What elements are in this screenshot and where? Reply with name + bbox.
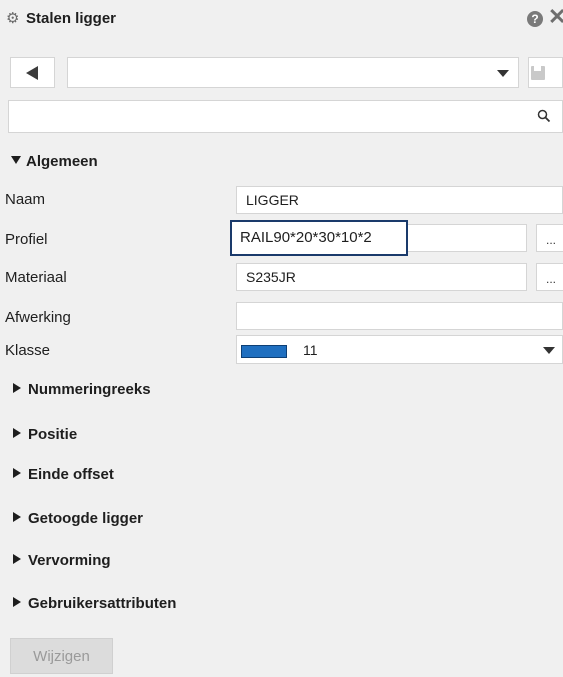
- group-gebruikersattributen[interactable]: Gebruikersattributen: [13, 594, 176, 614]
- section-algemeen-header[interactable]: Algemeen: [11, 152, 98, 172]
- naam-field[interactable]: LIGGER: [236, 186, 563, 214]
- profiel-label: Profiel: [5, 231, 48, 248]
- collapsed-triangle-icon: [13, 597, 21, 607]
- expanded-triangle-icon: [11, 156, 21, 164]
- profiel-field[interactable]: RAIL90*20*30*10*2: [230, 220, 408, 256]
- group-getoogde-ligger[interactable]: Getoogde ligger: [13, 509, 143, 529]
- group-label: Einde offset: [28, 466, 114, 483]
- collapsed-triangle-icon: [13, 383, 21, 393]
- group-einde-offset[interactable]: Einde offset: [13, 465, 114, 485]
- triangle-left-icon: [26, 66, 38, 80]
- profiel-browse-button[interactable]: ...: [536, 224, 563, 252]
- help-icon[interactable]: ?: [527, 11, 543, 27]
- apply-button[interactable]: Wijzigen: [10, 638, 113, 674]
- collapsed-triangle-icon: [13, 428, 21, 438]
- collapsed-triangle-icon: [13, 468, 21, 478]
- magnifier-icon[interactable]: [537, 109, 551, 123]
- back-button[interactable]: [10, 57, 55, 88]
- save-preset-button[interactable]: [528, 57, 563, 88]
- group-label: Getoogde ligger: [28, 510, 144, 527]
- klasse-label: Klasse: [5, 342, 51, 359]
- floppy-disk-icon: [531, 66, 545, 80]
- materiaal-browse-button[interactable]: ...: [536, 263, 563, 291]
- group-label: Gebruikersattributen: [28, 595, 177, 612]
- collapsed-triangle-icon: [13, 512, 21, 522]
- collapsed-triangle-icon: [13, 554, 21, 564]
- group-nummeringreeks[interactable]: Nummeringreeks: [13, 380, 151, 400]
- naam-label: Naam: [5, 191, 46, 208]
- klasse-select[interactable]: 11: [236, 335, 563, 364]
- group-label: Positie: [28, 426, 78, 443]
- group-positie[interactable]: Positie: [13, 425, 77, 445]
- gear-icon: ⚙: [6, 10, 20, 27]
- chevron-down-icon: [497, 70, 509, 77]
- klasse-color-swatch: [241, 345, 287, 358]
- materiaal-label: Materiaal: [5, 269, 67, 286]
- preset-select[interactable]: [67, 57, 519, 88]
- group-label: Nummeringreeks: [28, 381, 151, 398]
- chevron-down-icon: [543, 347, 555, 354]
- materiaal-field[interactable]: S235JR: [236, 263, 527, 291]
- group-label: Vervorming: [28, 552, 111, 569]
- klasse-value: 11: [303, 342, 318, 358]
- search-input[interactable]: [8, 100, 563, 133]
- section-algemeen-label: Algemeen: [26, 153, 98, 170]
- close-icon[interactable]: ✕: [548, 6, 563, 28]
- afwerking-field[interactable]: [236, 302, 563, 330]
- panel-title: Stalen ligger: [26, 10, 117, 27]
- afwerking-label: Afwerking: [5, 309, 71, 326]
- group-vervorming[interactable]: Vervorming: [13, 551, 111, 571]
